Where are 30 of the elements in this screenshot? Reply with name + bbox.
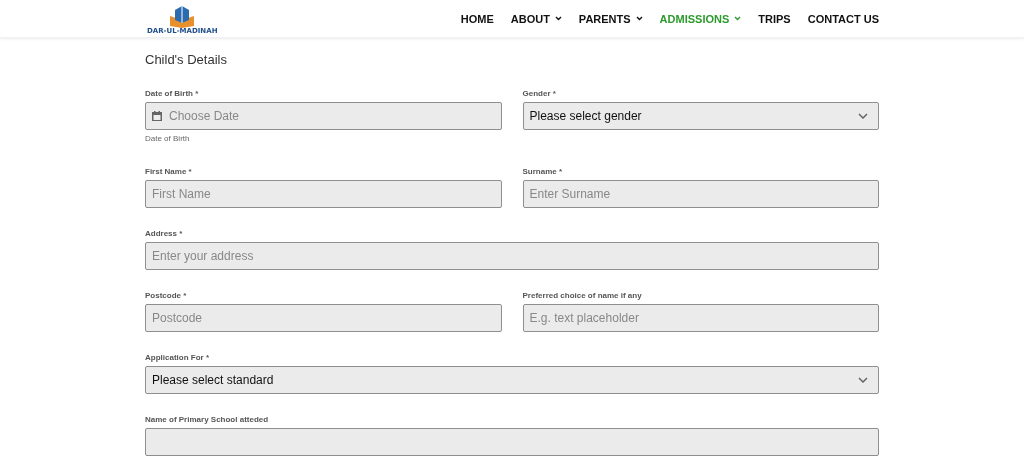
input-field[interactable]: E.g. text placeholder [522,304,879,332]
field-label: Application For * [145,353,210,363]
help-text: Date of Birth [145,134,191,144]
field-label: First Name * [145,167,193,177]
field-label: Name of Primary School atteded [145,415,270,425]
calendar-icon [152,111,162,121]
field-label: Gender * [522,89,557,99]
input-field[interactable]: Enter your address [145,242,879,270]
field-label: Preferred choice of name if any [522,291,643,301]
placeholder-text: Choose Date [169,109,240,123]
field-label: Postcode * [145,291,188,301]
nav-link[interactable]: ABOUT [510,12,562,25]
input-field[interactable]: First Name [145,180,502,208]
select-field[interactable]: Please select gender [522,102,879,130]
input-field[interactable] [145,428,879,456]
field-label: Address * [145,229,184,239]
nav-link[interactable]: ADMISSIONS [659,12,742,25]
input-field[interactable]: Postcode [145,304,502,332]
nav-link[interactable]: TRIPS [758,12,791,25]
nav-link[interactable]: PARENTS [578,12,643,25]
section-title: Child's Details [145,52,228,68]
field-label: Date of Birth * [145,89,200,99]
select-field[interactable]: Please select standard [145,366,879,394]
nav-link[interactable]: CONTACT US [807,12,879,25]
chevron-down-icon [858,113,868,119]
chevron-down-icon [858,377,868,383]
nav-link[interactable]: HOME [460,12,494,25]
logo-icon [168,5,197,28]
input-field[interactable]: Enter Surname [522,180,879,208]
field-label: Surname * [522,167,564,177]
